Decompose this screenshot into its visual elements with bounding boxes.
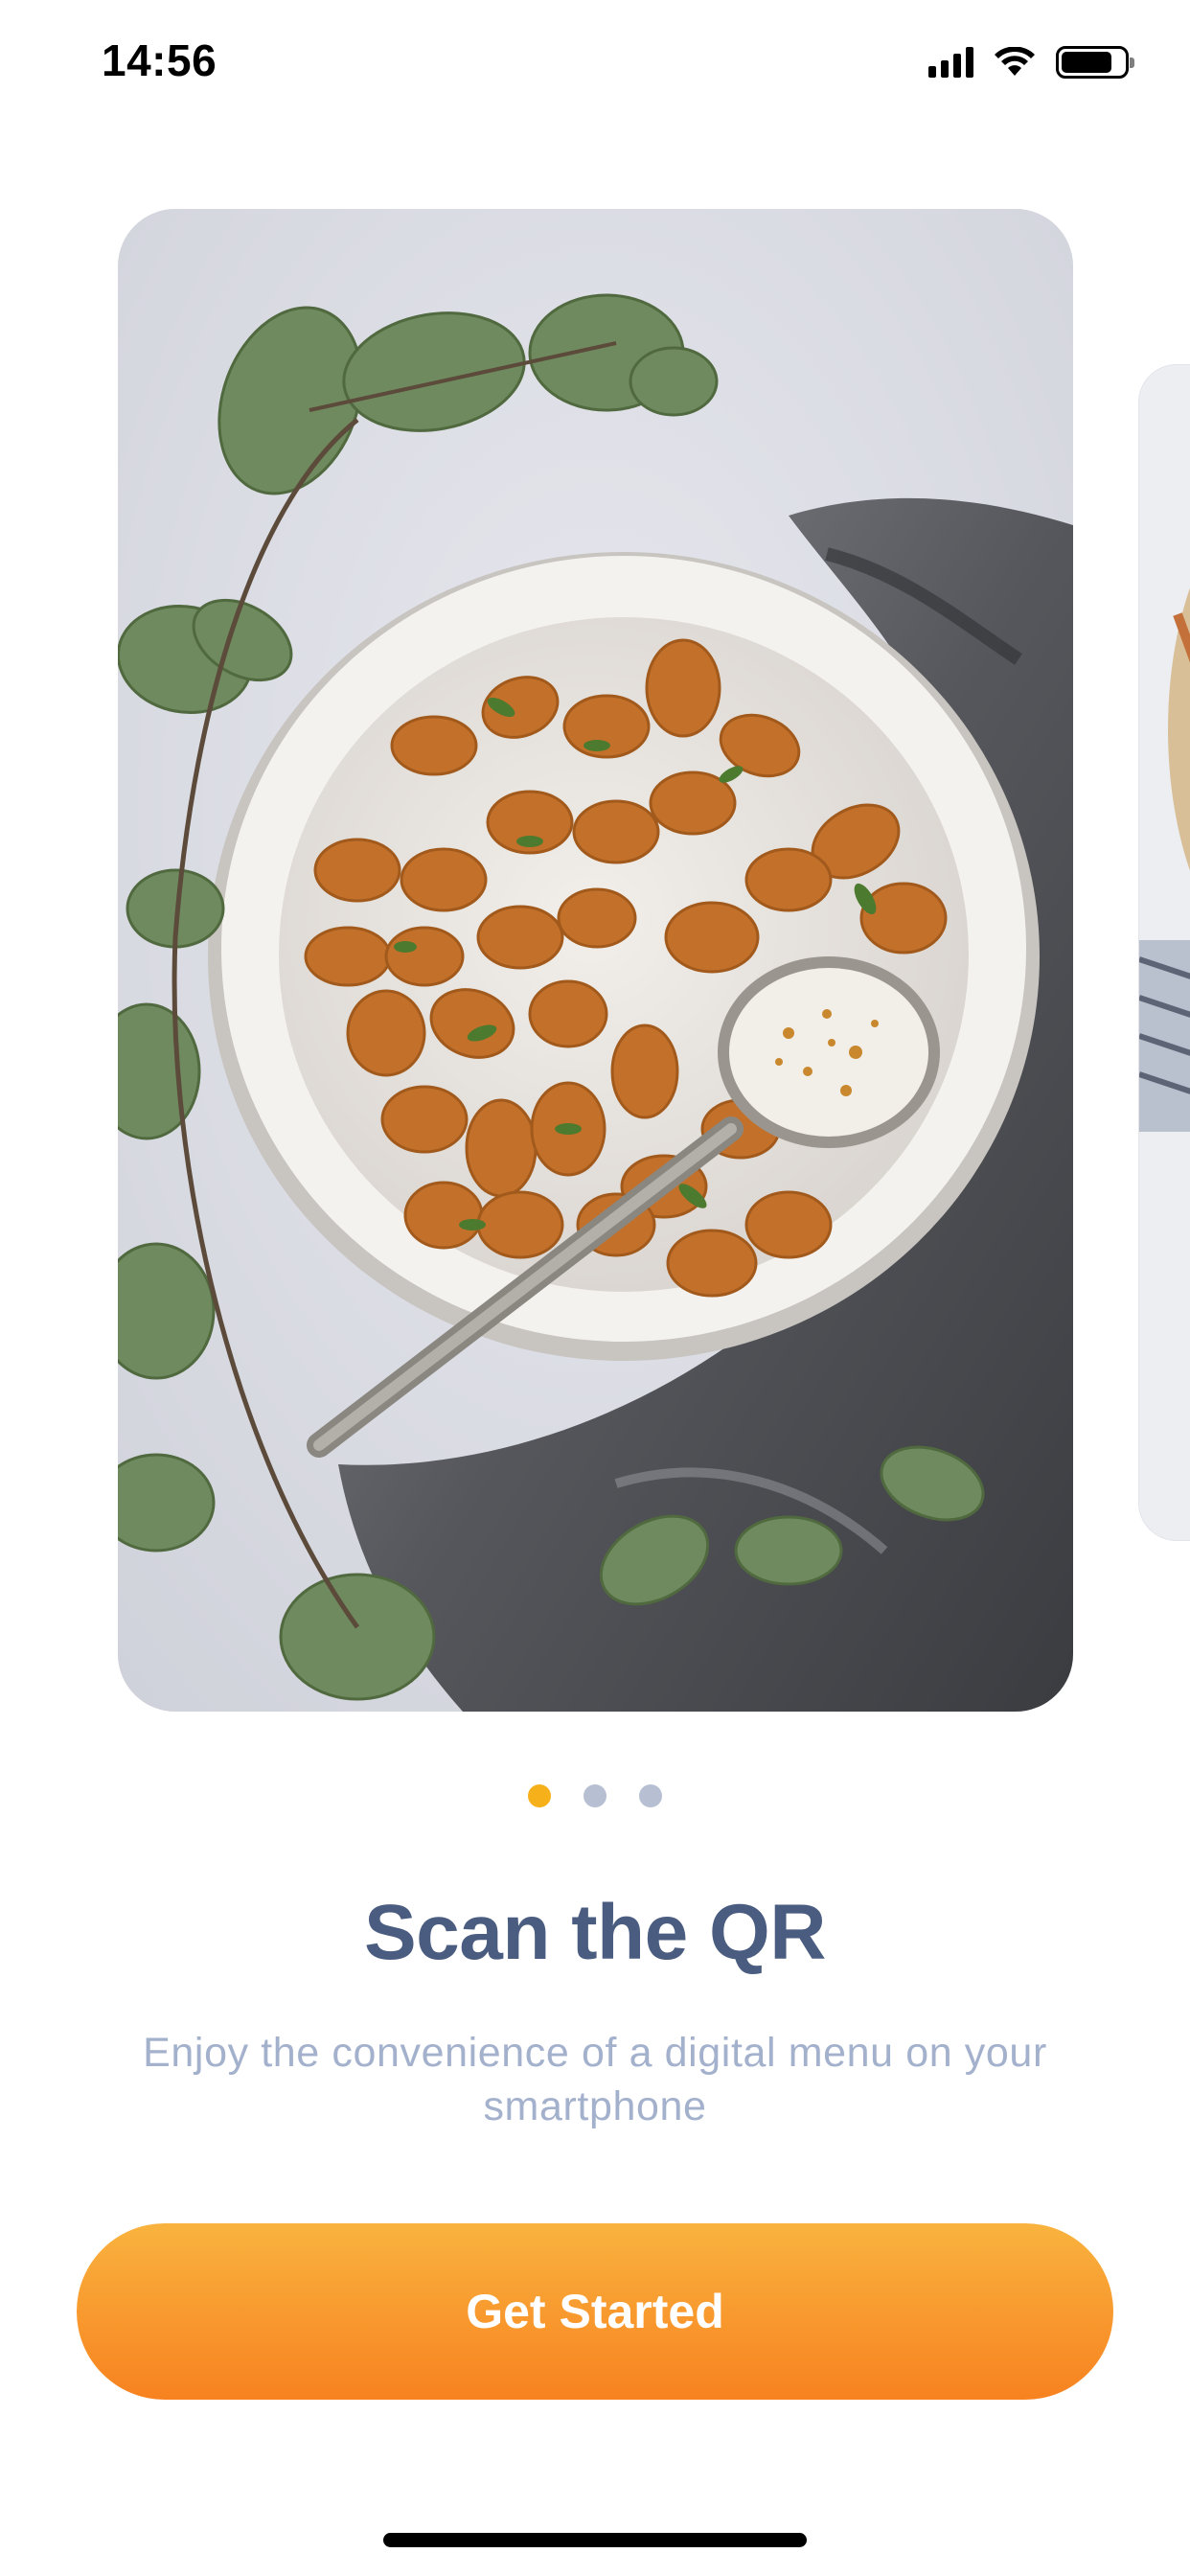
carousel-slide-next[interactable] [1138, 364, 1190, 1541]
page-indicator [0, 1784, 1190, 1807]
onboarding-title: Scan the QR [363, 1889, 827, 1976]
get-started-button[interactable]: Get Started [77, 2223, 1113, 2400]
battery-icon [1056, 46, 1134, 79]
onboarding-screen: 14:56 Scan the QR Enjoy the convenience … [0, 0, 1190, 2576]
page-dot-1-active[interactable] [528, 1784, 551, 1807]
onboarding-subtitle: Enjoy the convenience of a digital menu … [143, 2030, 1047, 2129]
page-dot-2[interactable] [584, 1784, 606, 1807]
status-time: 14:56 [102, 35, 217, 85]
wifi-icon [995, 47, 1035, 76]
status-icons [928, 46, 1134, 79]
carousel-slide-active[interactable] [118, 209, 1073, 1712]
home-indicator[interactable] [383, 2533, 807, 2547]
food-photo-next [1139, 365, 1190, 1540]
food-photo [118, 209, 1073, 1712]
cellular-signal-icon [928, 47, 973, 78]
status-bar: 14:56 [0, 0, 1190, 126]
page-dot-3[interactable] [639, 1784, 662, 1807]
image-carousel[interactable] [0, 209, 1190, 1714]
